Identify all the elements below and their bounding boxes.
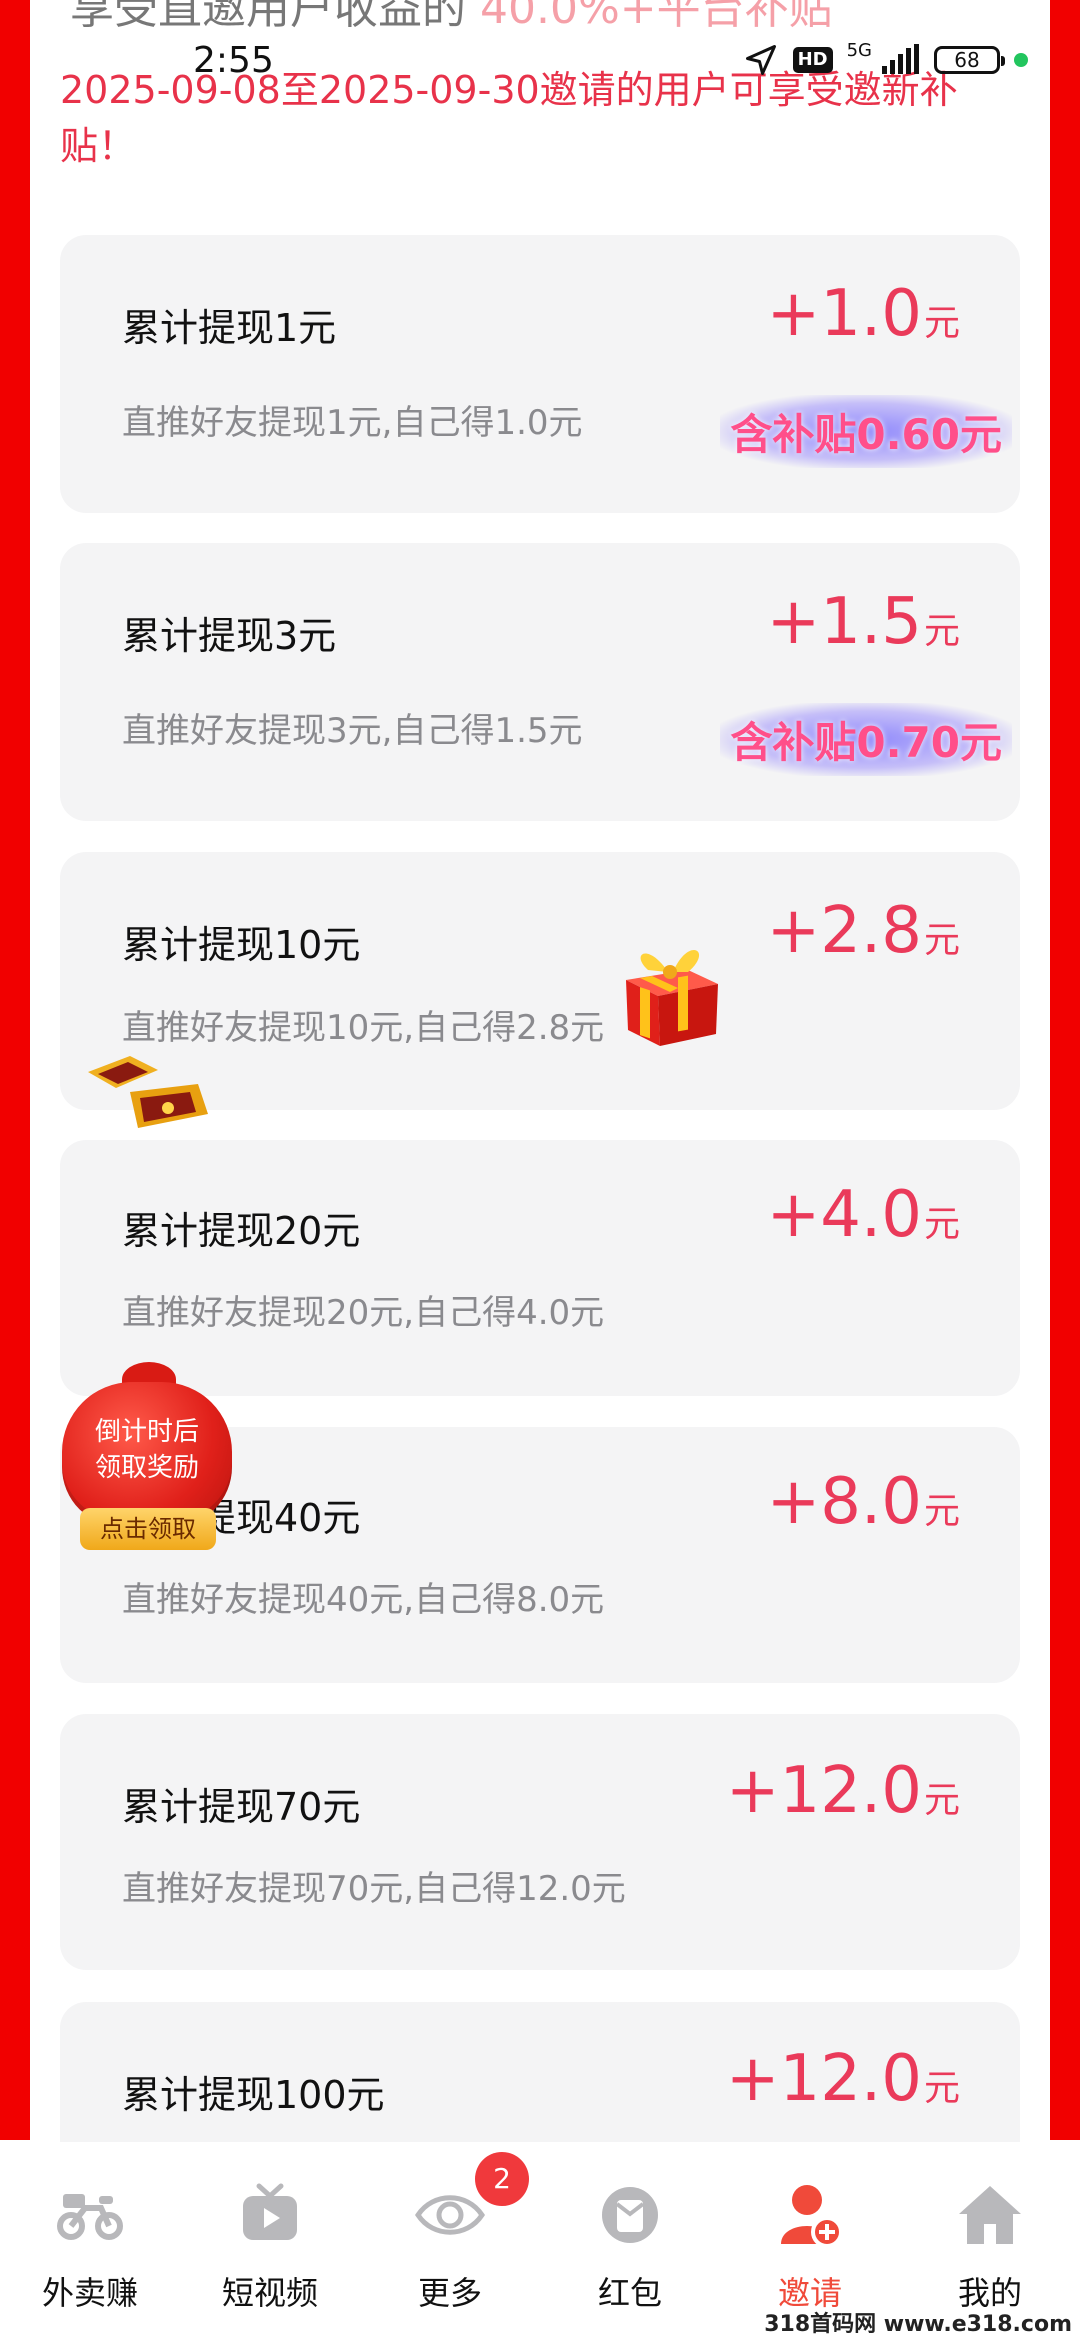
reward-amount-value: +2.8 bbox=[766, 894, 922, 968]
scrolled-header-text: 享受直邀用户收益的 40.0%+平台补贴 bbox=[70, 0, 833, 36]
reward-amount-unit: 元 bbox=[923, 611, 960, 652]
claim-reward-button[interactable]: 点击领取 bbox=[80, 1508, 216, 1550]
reward-desc: 直推好友提现3元,自己得1.5元 bbox=[122, 711, 583, 751]
left-red-border bbox=[0, 0, 30, 2140]
nav-item-red-packet[interactable]: 红包 bbox=[540, 2142, 720, 2340]
reward-amount-value: +8.0 bbox=[766, 1465, 922, 1539]
nav-label: 外卖赚 bbox=[41, 2274, 138, 2312]
tv-play-icon bbox=[235, 2180, 305, 2250]
signal-icon bbox=[880, 44, 920, 76]
header-text-highlight: 40.0%+平台补贴 bbox=[480, 0, 833, 34]
reward-amount-value: +1.0 bbox=[766, 277, 922, 351]
reward-amount: +12.0 元 bbox=[726, 1754, 960, 1828]
reward-amount-unit: 元 bbox=[923, 303, 960, 344]
reward-amount: +8.0 元 bbox=[767, 1465, 960, 1539]
nav-label: 红包 bbox=[597, 2274, 662, 2312]
right-red-border bbox=[1050, 0, 1080, 2140]
scooter-icon bbox=[55, 2180, 125, 2250]
reward-desc: 直推好友提现1元,自己得1.0元 bbox=[122, 403, 583, 443]
watermark: 318首码网 www.e318.com bbox=[764, 2312, 1072, 2337]
reward-amount-unit: 元 bbox=[923, 2068, 960, 2109]
lucky-bag-widget[interactable]: 倒计时后 领取奖励 点击领取 bbox=[58, 1362, 238, 1562]
reward-amount-unit: 元 bbox=[923, 1491, 960, 1532]
reward-title: 累计提现1元 bbox=[122, 306, 337, 350]
reward-card: 累计提现70元 直推好友提现70元,自己得12.0元 +12.0 元 bbox=[60, 1714, 1020, 1970]
eye-icon bbox=[415, 2180, 485, 2250]
more-notification-badge: 2 bbox=[475, 2152, 529, 2206]
reward-title: 累计提现10元 bbox=[122, 923, 361, 967]
nav-label: 短视频 bbox=[221, 2274, 318, 2312]
network-type-label: 5G bbox=[846, 39, 872, 61]
hd-icon: HD bbox=[792, 47, 833, 73]
reward-amount-value: +12.0 bbox=[725, 1754, 922, 1828]
nav-item-short-video[interactable]: 短视频 bbox=[180, 2142, 360, 2340]
reward-desc: 直推好友提现10元,自己得2.8元 bbox=[122, 1008, 605, 1048]
reward-card: 累计提现1元 直推好友提现1元,自己得1.0元 +1.0 元 含补贴0.60元 bbox=[60, 235, 1020, 513]
reward-amount-value: +1.5 bbox=[766, 585, 922, 659]
status-icons: HD 5G 68 bbox=[743, 39, 1028, 78]
reward-card: 累计提现20元 直推好友提现20元,自己得4.0元 +4.0 元 bbox=[60, 1140, 1020, 1396]
reward-title: 累计提现70元 bbox=[122, 1785, 361, 1829]
status-time: 2:55 bbox=[193, 40, 274, 81]
battery-level: 68 bbox=[954, 48, 980, 72]
subsidy-label: 含补贴0.60元 bbox=[720, 395, 1012, 468]
nav-label: 更多 bbox=[417, 2274, 482, 2312]
navigation-arrow-icon bbox=[743, 42, 779, 78]
home-icon bbox=[955, 2180, 1025, 2250]
bag-text-line1: 倒计时后 bbox=[94, 1417, 199, 1447]
subsidy-label: 含补贴0.70元 bbox=[720, 703, 1012, 776]
privacy-indicator-icon bbox=[1014, 53, 1028, 67]
reward-desc: 直推好友提现40元,自己得8.0元 bbox=[122, 1580, 605, 1620]
reward-card: 累计提现3元 直推好友提现3元,自己得1.5元 +1.5 元 含补贴0.70元 bbox=[60, 543, 1020, 821]
reward-title: 累计提现3元 bbox=[122, 614, 337, 658]
gift-box-icon[interactable] bbox=[618, 932, 728, 1052]
header-text-prefix: 享受直邀用户收益的 bbox=[70, 0, 466, 34]
reward-amount-unit: 元 bbox=[923, 1204, 960, 1245]
add-user-icon bbox=[775, 2180, 845, 2250]
reward-amount: +4.0 元 bbox=[767, 1178, 960, 1252]
reward-desc: 直推好友提现20元,自己得4.0元 bbox=[122, 1293, 605, 1333]
reward-amount: +1.5 元 bbox=[767, 585, 960, 659]
reward-amount-value: +12.0 bbox=[725, 2042, 922, 2116]
reward-title: 累计提现100元 bbox=[122, 2073, 385, 2117]
reward-amount-unit: 元 bbox=[923, 1780, 960, 1821]
battery-icon: 68 bbox=[934, 46, 1005, 74]
status-bar: 2:55 HD 5G 68 bbox=[0, 38, 1080, 86]
bag-text-line2: 领取奖励 bbox=[94, 1453, 199, 1483]
reward-amount: +12.0 元 bbox=[726, 2042, 960, 2116]
bag-text: 倒计时后 领取奖励 bbox=[58, 1414, 236, 1486]
red-packet-icon bbox=[595, 2180, 665, 2250]
reward-desc: 直推好友提现70元,自己得12.0元 bbox=[122, 1869, 626, 1909]
reward-amount: +2.8 元 bbox=[767, 894, 960, 968]
reward-amount: +1.0 元 bbox=[767, 277, 960, 351]
reward-amount-value: +4.0 bbox=[766, 1178, 922, 1252]
nav-item-takeout[interactable]: 外卖赚 bbox=[0, 2142, 180, 2340]
reward-amount-unit: 元 bbox=[923, 920, 960, 961]
reward-title: 累计提现20元 bbox=[122, 1209, 361, 1253]
treasure-chest-icon[interactable] bbox=[78, 1052, 214, 1142]
